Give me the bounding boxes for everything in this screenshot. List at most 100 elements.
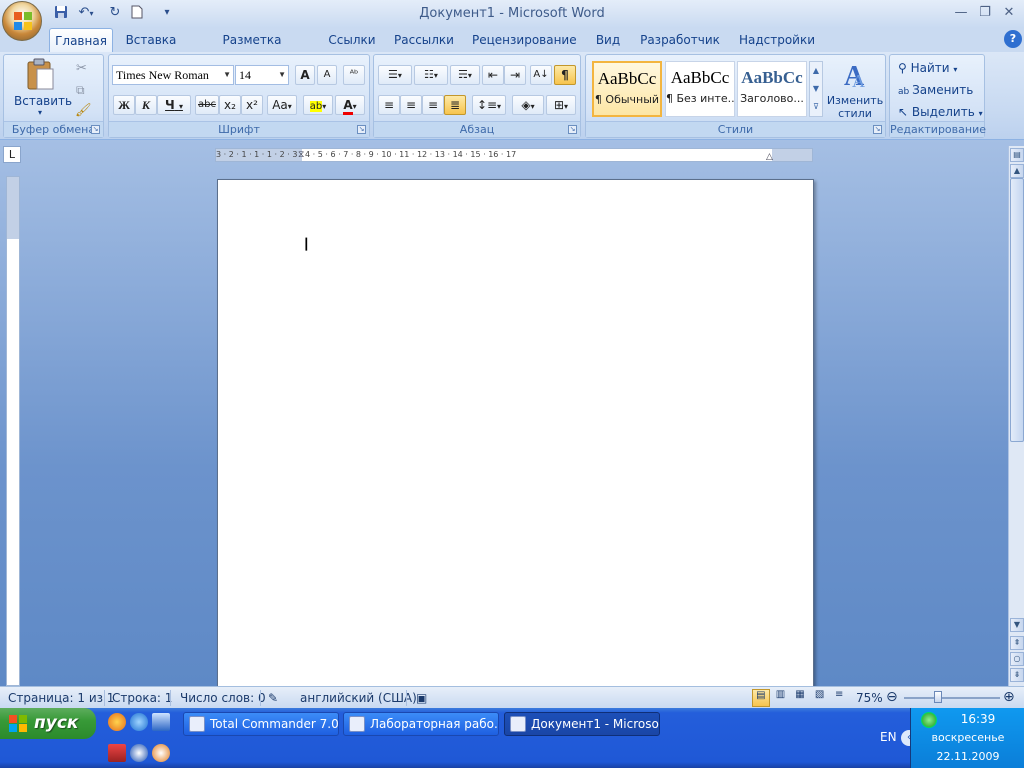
grow-font-button[interactable]: A	[295, 65, 315, 85]
clipboard-launcher-icon[interactable]: ↘	[91, 125, 100, 134]
internet-explorer-icon[interactable]	[130, 713, 148, 731]
clock-time[interactable]: 16:39	[921, 712, 1024, 726]
taskbar-item-lab-doc[interactable]: Лабораторная рабо...	[343, 712, 499, 736]
full-screen-icon[interactable]: ▥	[772, 689, 790, 707]
horizontal-ruler[interactable]: 3 · 2 · 1 · 1 · 1 · 2 · 3 · 4 · 5 · 6 · …	[215, 148, 813, 162]
tab-insert[interactable]: Вставка	[122, 28, 180, 52]
floppy-icon[interactable]	[108, 744, 126, 762]
multilevel-button[interactable]: ☴▾	[450, 65, 480, 85]
close-button[interactable]: ✕	[998, 4, 1020, 22]
ruler-toggle-icon[interactable]: ▤	[1010, 148, 1024, 162]
proofing-icon[interactable]: ✎	[268, 691, 278, 705]
browse-object-icon[interactable]: ○	[1010, 652, 1024, 666]
tab-home[interactable]: Главная	[49, 28, 113, 52]
scroll-down-icon[interactable]: ▼	[1010, 618, 1024, 632]
bullets-button[interactable]: ☰▾	[378, 65, 412, 85]
tab-review[interactable]: Рецензирование	[472, 28, 577, 52]
restore-button[interactable]: ❐	[974, 4, 996, 22]
zoom-slider-thumb[interactable]	[934, 691, 942, 703]
office-button[interactable]	[2, 1, 42, 41]
language-status[interactable]: английский (США)	[300, 691, 417, 705]
indent-marker-icon[interactable]: ⧖	[298, 149, 304, 161]
paste-dropdown-icon[interactable]: ▾	[14, 108, 66, 117]
styles-launcher-icon[interactable]: ↘	[873, 125, 882, 134]
zoom-in-icon[interactable]: ⊕	[1003, 689, 1015, 705]
tab-developer[interactable]: Разработчик	[640, 28, 720, 52]
find-button[interactable]: ⚲ Найти ▾	[898, 58, 957, 78]
zoom-out-icon[interactable]: ⊖	[886, 689, 898, 705]
align-center-icon[interactable]: ≡	[400, 95, 422, 115]
document-page[interactable]	[217, 179, 814, 689]
minimize-button[interactable]: —	[950, 4, 972, 22]
sort-icon[interactable]: A↓	[530, 65, 552, 85]
bold-button[interactable]: Ж	[113, 95, 135, 115]
copy-icon[interactable]: ⧉	[76, 83, 85, 98]
vertical-ruler[interactable]	[6, 176, 20, 686]
language-indicator[interactable]: EN	[880, 730, 897, 744]
font-name-combo[interactable]: Times New Roman ▼	[112, 65, 234, 85]
paste-button[interactable]: Вставить ▾	[14, 57, 72, 119]
shading-button[interactable]: ◈▾	[512, 95, 544, 115]
increase-indent-icon[interactable]: ⇥	[504, 65, 526, 85]
media-player-icon[interactable]	[152, 744, 170, 762]
opera-icon[interactable]	[108, 713, 126, 731]
macro-record-icon[interactable]: ▣	[416, 691, 427, 705]
tab-mailings[interactable]: Рассылки	[392, 28, 456, 52]
highlight-button[interactable]: ab▾	[303, 95, 333, 115]
word-count-status[interactable]: Число слов: 0	[180, 691, 266, 705]
strikethrough-button[interactable]: abc	[195, 95, 219, 115]
tab-view[interactable]: Вид	[590, 28, 626, 52]
zoom-slider[interactable]	[904, 697, 1000, 699]
page-status[interactable]: Страница: 1 из 1	[8, 691, 114, 705]
show-desktop-icon[interactable]	[152, 713, 170, 731]
help-icon[interactable]: ?	[1004, 30, 1022, 48]
numbering-button[interactable]: ☷▾	[414, 65, 448, 85]
underline-button[interactable]: Ч ▾	[157, 95, 191, 115]
vertical-scrollbar[interactable]: ▤ ▲ ▼ ⇞ ○ ⇟	[1008, 146, 1024, 686]
superscript-button[interactable]: x²	[241, 95, 263, 115]
replace-button[interactable]: ab Заменить	[898, 80, 973, 100]
zoom-level[interactable]: 75%	[856, 691, 883, 705]
download-icon[interactable]	[130, 744, 148, 762]
change-case-button[interactable]: Aa▾	[267, 95, 297, 115]
align-left-icon[interactable]: ≡	[378, 95, 400, 115]
scrollbar-thumb[interactable]	[1010, 178, 1024, 442]
paragraph-launcher-icon[interactable]: ↘	[568, 125, 577, 134]
align-right-icon[interactable]: ≡	[422, 95, 444, 115]
web-layout-icon[interactable]: ▦	[791, 689, 809, 707]
style-no-spacing[interactable]: AaBbCc ¶ Без инте...	[665, 61, 735, 117]
italic-button[interactable]: К	[135, 95, 157, 115]
taskbar-item-total-commander[interactable]: Total Commander 7.0...	[183, 712, 339, 736]
line-status[interactable]: Строка: 1	[112, 691, 172, 705]
outline-icon[interactable]: ▧	[811, 689, 829, 707]
next-page-icon[interactable]: ⇟	[1010, 668, 1024, 682]
styles-scroll[interactable]: ▲ ▼ ⊽	[809, 61, 823, 117]
tab-references[interactable]: Ссылки	[326, 28, 378, 52]
font-color-button[interactable]: A▾	[335, 95, 365, 115]
change-styles-button[interactable]: AA Изменить стили	[826, 59, 884, 121]
print-layout-icon[interactable]: ▤	[752, 689, 770, 707]
subscript-button[interactable]: x₂	[219, 95, 241, 115]
style-normal[interactable]: AaBbCc ¶ Обычный	[592, 61, 662, 117]
style-heading1[interactable]: AaBbCc Заголово...	[737, 61, 807, 117]
justify-icon[interactable]: ≣	[444, 95, 466, 115]
right-indent-marker-icon[interactable]: △	[766, 151, 773, 161]
draft-icon[interactable]: ≡	[830, 689, 848, 707]
line-spacing-button[interactable]: ↕≡▾	[472, 95, 506, 115]
show-marks-button[interactable]: ¶	[554, 65, 576, 85]
tab-selector-icon[interactable]: L	[3, 146, 21, 163]
prev-page-icon[interactable]: ⇞	[1010, 636, 1024, 650]
decrease-indent-icon[interactable]: ⇤	[482, 65, 504, 85]
cut-icon[interactable]: ✂	[76, 61, 87, 76]
tab-addins[interactable]: Надстройки	[738, 28, 816, 52]
font-launcher-icon[interactable]: ↘	[357, 125, 366, 134]
format-painter-icon[interactable]: 🖌	[75, 103, 92, 118]
shrink-font-button[interactable]: A	[317, 65, 337, 85]
scroll-up-icon[interactable]: ▲	[1010, 164, 1024, 178]
select-button[interactable]: ↖ Выделить ▾	[898, 102, 983, 122]
font-size-combo[interactable]: 14 ▼	[235, 65, 289, 85]
start-button[interactable]: пуск	[0, 708, 96, 739]
taskbar-item-document1[interactable]: Документ1 - Microso...	[504, 712, 660, 736]
borders-button[interactable]: ⊞▾	[546, 95, 576, 115]
clear-format-icon[interactable]: ᴬᵇ	[343, 65, 365, 85]
